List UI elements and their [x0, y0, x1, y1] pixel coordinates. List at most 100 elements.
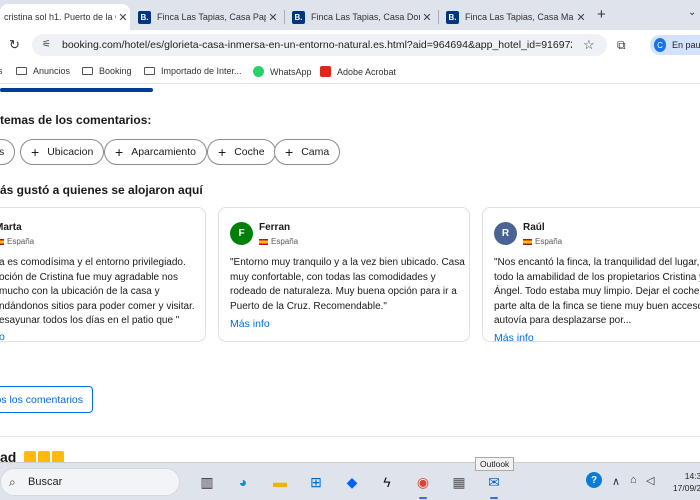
bookmark-importado[interactable]: Importado de Inter...: [144, 66, 242, 76]
file-explorer-icon[interactable]: ▬: [269, 471, 291, 493]
spain-flag-icon: [523, 238, 532, 245]
folder-icon: [16, 67, 27, 75]
chip-coche[interactable]: + Coche: [207, 139, 276, 165]
volume-icon[interactable]: ◁: [646, 474, 654, 487]
close-icon[interactable]: ✕: [266, 11, 280, 24]
folder-icon: [82, 67, 93, 75]
review-card-marta[interactable]: Marta España a es comodísima y el entorn…: [0, 207, 206, 342]
more-info-link[interactable]: Más info: [494, 332, 534, 341]
country-label: España: [7, 237, 35, 246]
section-divider: [0, 436, 700, 437]
bookmark-star-icon[interactable]: ☆: [583, 37, 595, 53]
clock-date: 17/09/20: [672, 483, 700, 493]
system-clock[interactable]: 14:34 17/09/20: [664, 470, 700, 494]
close-icon[interactable]: ✕: [116, 11, 130, 24]
profile-button[interactable]: C En pausa: [650, 35, 700, 55]
new-tab-button[interactable]: +: [597, 6, 606, 23]
site-info-icon[interactable]: ⚟: [42, 39, 51, 50]
rating-stars: [24, 451, 64, 462]
chevron-up-icon[interactable]: ∧: [612, 475, 620, 488]
avatar: F: [230, 222, 253, 245]
tab-label: Finca Las Tapias, Casa Domin: [311, 12, 420, 22]
plus-icon: +: [218, 144, 227, 160]
folder-icon: [144, 67, 155, 75]
booking-favicon-icon: B.: [446, 10, 459, 24]
tab-cristina-sol[interactable]: cristina sol h1. Puerto de la Cruz ✕: [0, 4, 130, 30]
address-bar[interactable]: ⚟ booking.com/hotel/es/glorieta-casa-inm…: [32, 34, 607, 56]
edge-icon[interactable]: ◕: [232, 471, 254, 493]
plus-icon: +: [285, 144, 294, 160]
reviewer-country: España: [0, 237, 34, 246]
booking-favicon-icon: B.: [292, 10, 305, 24]
avatar: C: [654, 38, 666, 52]
topics-heading: temas de los comentarios:: [0, 113, 152, 127]
clock-time: 14:34: [684, 471, 700, 481]
tab-finca-casa-maria[interactable]: B. Finca Las Tapias, Casa María ✕: [446, 4, 588, 30]
chip-label: s: [0, 146, 5, 158]
bookmark-anuncios[interactable]: Anuncios: [16, 66, 70, 76]
task-view-icon[interactable]: ▥: [196, 471, 218, 493]
bookmark-label: Booking: [99, 66, 132, 76]
calculator-icon[interactable]: ▦: [448, 471, 470, 493]
country-label: España: [271, 237, 299, 246]
close-icon[interactable]: ✕: [574, 11, 588, 24]
avatar: R: [494, 222, 517, 245]
acrobat-icon: [320, 66, 331, 77]
bookmark-label: WhatsApp: [270, 66, 312, 77]
tab-label: Finca Las Tapias, Casa Papin: [157, 12, 266, 22]
chip-aparcamiento[interactable]: + Aparcamiento: [104, 139, 207, 165]
taskbar-search[interactable]: ⌕ Buscar: [0, 468, 180, 496]
search-label: Buscar: [28, 476, 63, 488]
app-bolt-icon[interactable]: ϟ: [376, 471, 398, 493]
bookmark-label: Anuncios: [33, 66, 71, 76]
reviewer-country: España: [523, 237, 562, 246]
review-card-ferran[interactable]: F Ferran España "Entorno muy tranquilo y…: [218, 207, 470, 342]
chrome-icon[interactable]: ◉: [412, 471, 434, 499]
extensions-icon[interactable]: ⧉: [617, 38, 626, 53]
all-reviews-button[interactable]: os los comentarios: [0, 386, 93, 413]
tab-separator: [438, 10, 439, 24]
tab-label: cristina sol h1. Puerto de la Cruz: [4, 12, 116, 22]
bookmark-whatsapp[interactable]: WhatsApp: [253, 66, 312, 77]
profile-status: En pausa: [671, 40, 700, 50]
network-icon[interactable]: ⌂: [630, 474, 637, 486]
star-icon: [38, 451, 50, 462]
tab-finca-casa-domin[interactable]: B. Finca Las Tapias, Casa Domin ✕: [292, 4, 434, 30]
more-info-link[interactable]: Más info: [230, 318, 270, 330]
reviews-heading: ás gustó a quienes se alojaron aquí: [0, 183, 203, 197]
chevron-down-icon[interactable]: ⌄: [688, 7, 696, 18]
store-icon[interactable]: ⊞: [305, 471, 327, 493]
reviewer-name: Marta: [0, 222, 22, 233]
review-card-raul[interactable]: R Raúl España "Nos encantó la finca, la …: [482, 207, 700, 342]
chip-label: Cama: [301, 146, 330, 158]
reload-icon[interactable]: ↻: [9, 37, 20, 53]
tab-separator: [284, 10, 285, 24]
reviewer-country: España: [259, 237, 298, 246]
close-icon[interactable]: ✕: [420, 11, 434, 24]
country-label: España: [535, 237, 563, 246]
bookmarks-bar: s Anuncios Booking Importado de Inter...…: [0, 60, 700, 84]
url-text[interactable]: booking.com/hotel/es/glorieta-casa-inmer…: [62, 39, 572, 51]
chip-cama[interactable]: + Cama: [274, 139, 341, 165]
chip-label: Coche: [234, 146, 265, 158]
chip-partial[interactable]: s: [0, 139, 16, 165]
outlook-tooltip: Outlook: [475, 457, 515, 471]
bookmark-label: Adobe Acrobat: [337, 66, 397, 77]
bookmark-label: Importado de Inter...: [161, 66, 242, 76]
tab-label: Finca Las Tapias, Casa María: [465, 12, 574, 22]
scroll-progress-bar: [0, 88, 153, 92]
bookmark-adobe-acrobat[interactable]: Adobe Acrobat: [320, 66, 396, 77]
plus-icon: +: [115, 144, 124, 160]
chip-ubicacion[interactable]: + Ubicacion: [20, 139, 105, 165]
bookmark-apps-partial[interactable]: s: [0, 66, 3, 76]
bookmark-booking[interactable]: Booking: [82, 66, 132, 76]
more-info-link[interactable]: o: [0, 331, 5, 341]
help-icon[interactable]: ?: [586, 472, 602, 488]
dropbox-icon[interactable]: ◆: [341, 471, 363, 493]
search-icon: ⌕: [9, 475, 16, 489]
plus-icon: +: [31, 144, 40, 160]
review-text: "Entorno muy tranquilo y a la vez bien u…: [230, 257, 465, 312]
tab-finca-casa-papin[interactable]: B. Finca Las Tapias, Casa Papin ✕: [138, 4, 280, 30]
outlook-icon[interactable]: ✉: [483, 471, 505, 499]
star-icon: [52, 451, 64, 462]
